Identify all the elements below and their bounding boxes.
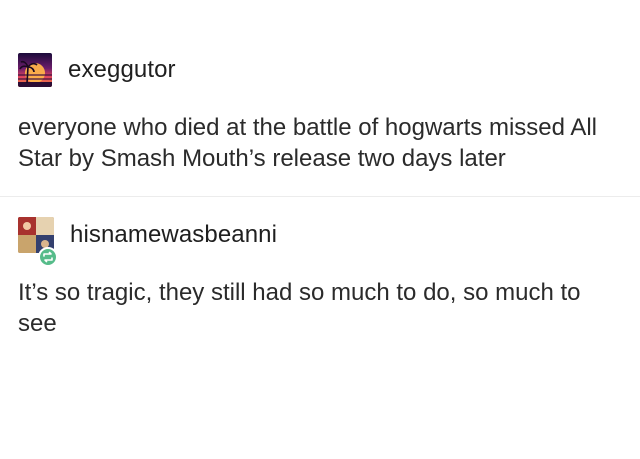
reblog-icon: [43, 251, 53, 263]
username[interactable]: hisnamewasbeanni: [70, 221, 277, 249]
post-body: everyone who died at the battle of hogwa…: [18, 114, 597, 172]
sunset-palm-icon: [18, 60, 52, 87]
post-divider: [0, 196, 640, 197]
username[interactable]: exeggutor: [68, 56, 176, 84]
post-body: It’s so tragic, they still had so much t…: [18, 279, 581, 337]
reblog-post: hisnamewasbeanni It’s so tragic, they st…: [0, 213, 640, 339]
post-header: hisnamewasbeanni: [0, 213, 640, 267]
post: exeggutor everyone who died at the battl…: [0, 48, 640, 174]
post-header: exeggutor: [0, 48, 640, 92]
reblog-badge: [38, 247, 58, 267]
user-avatar[interactable]: [18, 53, 52, 87]
